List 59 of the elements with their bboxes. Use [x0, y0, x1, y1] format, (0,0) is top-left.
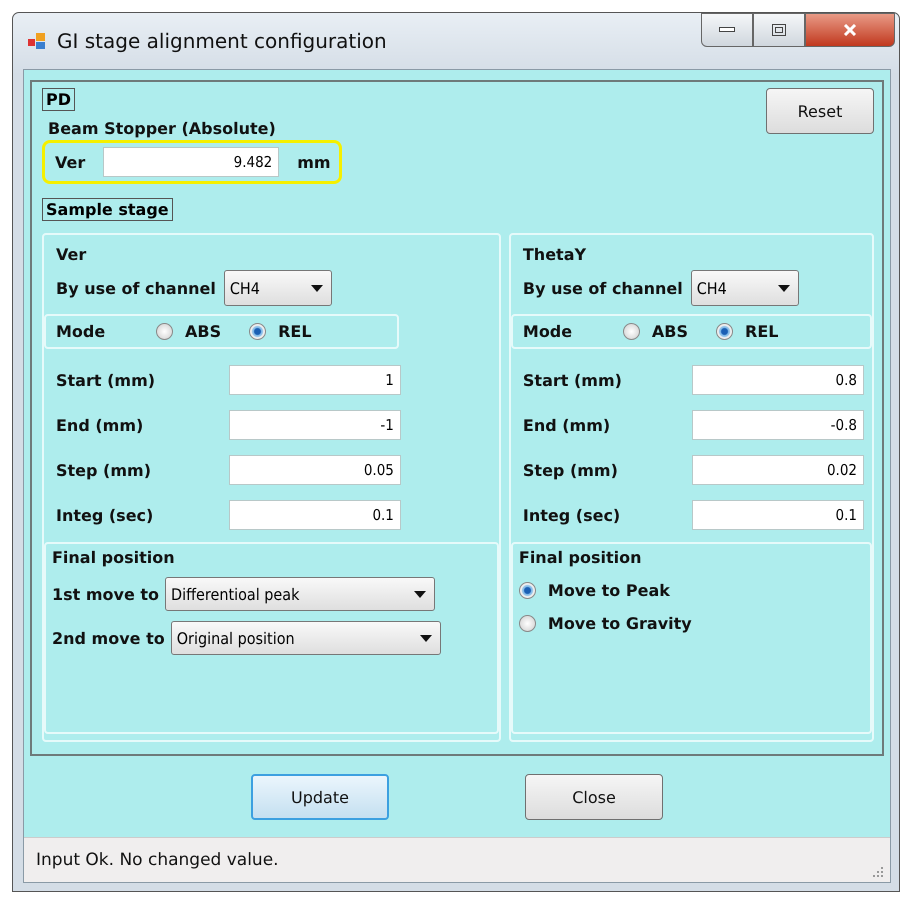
move-label: 1st move to — [52, 584, 160, 604]
param-label: Integ (sec) — [522, 506, 620, 524]
group-title: Final position — [52, 548, 176, 567]
minimize-button[interactable] — [701, 13, 753, 47]
input-field[interactable]: 0.1 — [228, 500, 401, 530]
param-label: Start (mm) — [522, 370, 622, 390]
close-button[interactable] — [805, 13, 895, 47]
param-label: Step (mm) — [56, 460, 152, 480]
channel-label: By use of channel — [522, 278, 683, 298]
caret-icon — [420, 634, 432, 642]
maximize-button[interactable] — [753, 13, 805, 47]
mode-label: Mode — [56, 322, 106, 341]
input-field[interactable]: 1 — [228, 365, 401, 395]
input-field[interactable]: 0.1 — [692, 500, 864, 530]
dialog-button[interactable]: Update — [251, 774, 389, 820]
input-field[interactable]: 0.05 — [228, 455, 401, 485]
param-label: End (mm) — [56, 416, 144, 434]
mode-label: Mode — [522, 322, 574, 341]
minimize-icon — [719, 27, 735, 33]
status-text: Input Ok. No changed value. — [36, 850, 279, 870]
radio-option[interactable]: REL — [249, 322, 312, 341]
group-title: Final position — [518, 548, 643, 567]
dialog-button[interactable]: Close — [525, 774, 663, 820]
move-dropdown[interactable]: Differentioal peak — [165, 577, 436, 611]
radio-option[interactable]: Move to Peak — [518, 581, 836, 600]
channel-dropdown[interactable]: CH4 — [690, 270, 799, 306]
channel-dropdown[interactable]: CH4 — [224, 270, 332, 306]
maximize-icon — [772, 24, 786, 36]
reset-button[interactable]: Reset — [766, 88, 874, 134]
radio-option[interactable]: ABS — [156, 322, 222, 341]
channel-label: By use of channel — [56, 278, 216, 298]
param-label: Start (mm) — [56, 370, 156, 390]
app-icon — [27, 31, 47, 51]
axis-title: Ver — [56, 245, 88, 264]
input-field[interactable]: 9.482 — [103, 147, 280, 177]
param-label: Step (mm) — [522, 460, 618, 480]
close-icon — [843, 24, 857, 36]
param-label: End (mm) — [522, 416, 610, 434]
axis-title: ThetaY — [522, 245, 588, 264]
param-label: Integ (sec) — [56, 506, 154, 524]
window-title: GI stage alignment configuration — [57, 29, 387, 53]
section-heading: Beam Stopper (Absolute) — [48, 119, 276, 138]
input-field[interactable]: -0.8 — [692, 410, 864, 440]
resize-grip-icon — [872, 866, 884, 878]
group-label: Sample stage — [42, 198, 173, 221]
field-label: Ver — [55, 152, 86, 172]
radio-option[interactable]: ABS — [622, 322, 688, 341]
input-field[interactable]: 0.02 — [692, 455, 864, 485]
caret-icon — [310, 284, 323, 292]
caret-icon — [414, 590, 426, 598]
caret-icon — [778, 284, 790, 292]
radio-option[interactable]: Move to Gravity — [518, 614, 836, 633]
unit-label: mm — [297, 152, 331, 172]
radio-option[interactable]: REL — [716, 322, 778, 341]
input-field[interactable]: 0.8 — [692, 365, 864, 395]
group-label: PD — [42, 88, 76, 111]
input-field[interactable]: -1 — [228, 410, 401, 440]
move-dropdown[interactable]: Original position — [170, 621, 441, 655]
move-label: 2nd move to — [52, 628, 165, 648]
